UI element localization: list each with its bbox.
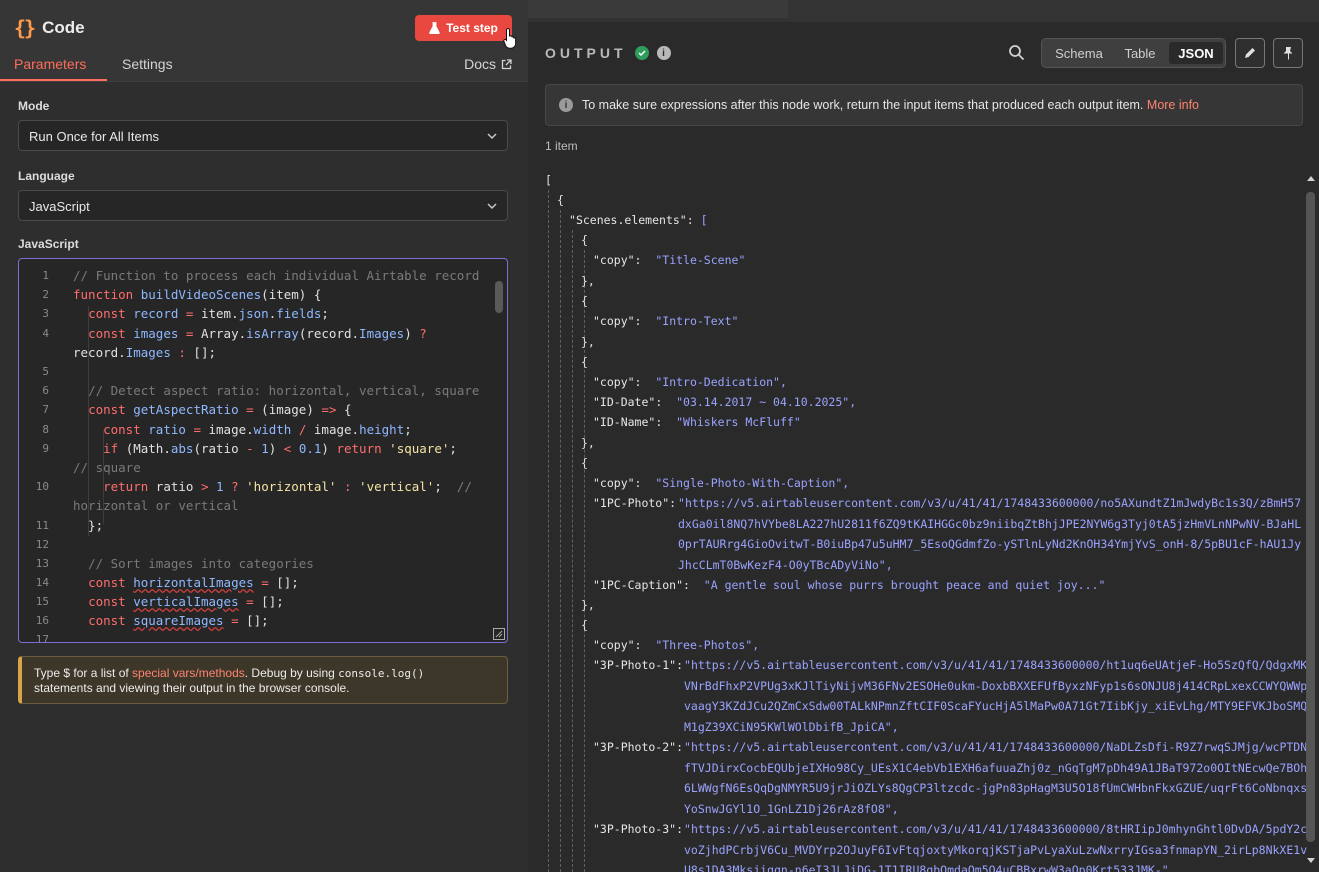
output-title: OUTPUT i [545, 45, 671, 61]
hint-suffix: statements and viewing their output in t… [34, 681, 350, 695]
code-label: JavaScript [18, 237, 79, 251]
more-info-link[interactable]: More info [1147, 98, 1199, 112]
resize-handle-icon[interactable] [493, 628, 505, 640]
mode-label: Mode [18, 99, 50, 113]
output-panel: OUTPUT i Schema Table JSON i To make sur… [528, 0, 1319, 872]
docs-label: Docs [464, 56, 496, 72]
json-row: "Scenes.elements": [ [569, 213, 708, 227]
success-check-icon [634, 46, 649, 60]
docs-link[interactable]: Docs [464, 56, 512, 72]
flask-icon [429, 22, 440, 34]
code-node-icon: {} [14, 16, 36, 40]
json-row: "copy": "Title-Scene" [593, 253, 746, 267]
edit-output-button[interactable] [1235, 38, 1265, 68]
output-top-strip [528, 0, 1319, 22]
json-row: "copy": "Single-Photo-With-Caption", [593, 476, 850, 490]
json-row: "copy": "Intro-Dedication", [593, 375, 787, 389]
language-label: Language [18, 169, 75, 183]
banner-text: To make sure expressions after this node… [582, 98, 1144, 112]
json-row: "copy": "Intro-Text" [593, 314, 739, 328]
json-row: "3P-Photo-1": [593, 658, 684, 672]
json-row: "ID-Name": "Whiskers McFluff" [593, 415, 801, 429]
info-icon[interactable]: i [656, 46, 671, 60]
active-tab-indicator [0, 79, 107, 81]
external-link-icon [501, 58, 512, 69]
json-guide [572, 230, 573, 872]
tab-parameters[interactable]: Parameters [14, 56, 86, 72]
editor-scrollbar[interactable] [495, 281, 503, 313]
json-row: { [581, 618, 588, 632]
output-info-banner: i To make sure expressions after this no… [545, 84, 1303, 126]
json-row: "1PC-Photo": [593, 496, 677, 510]
json-row: "copy": "Three-Photos", [593, 638, 760, 652]
mode-select[interactable]: Run Once for All Items [18, 120, 508, 151]
json-row: "3P-Photo-2": [593, 740, 684, 754]
hint-middle: . Debug by using [244, 666, 339, 680]
pin-icon [1283, 47, 1293, 60]
scroll-up-icon[interactable] [1307, 175, 1315, 181]
parameter-tabs: Parameters Settings Docs [0, 54, 528, 82]
output-title-text: OUTPUT [545, 45, 627, 61]
json-open-array: [ [545, 173, 552, 187]
view-schema-button[interactable]: Schema [1046, 42, 1112, 64]
json-guide [548, 190, 549, 872]
json-row: }, [581, 436, 595, 450]
test-step-button[interactable]: Test step [415, 15, 512, 41]
json-row: "ID-Date": "03.14.2017 ~ 04.10.2025", [593, 395, 857, 409]
pencil-icon [1245, 48, 1255, 58]
mode-value: Run Once for All Items [29, 129, 160, 144]
n8n-node-editor: {} Code Test step Parameters Settings Do… [0, 0, 1319, 872]
json-output-viewer[interactable]: [ { "Scenes.elements": [ { "copy": "Titl… [528, 170, 1319, 872]
output-view-toggle: Schema Table JSON [1041, 38, 1226, 68]
json-long-value: "https://v5.airtableusercontent.com/v3/u… [684, 658, 1308, 734]
json-open-object: { [557, 193, 564, 207]
json-guide [560, 210, 561, 872]
json-row: { [581, 456, 588, 470]
tab-settings[interactable]: Settings [122, 56, 173, 72]
node-header: {} Code Test step Parameters Settings Do… [0, 0, 528, 82]
hint-code: console.log() [338, 667, 425, 680]
json-long-value: "https://v5.airtableusercontent.com/v3/u… [684, 740, 1308, 816]
node-name[interactable]: Code [42, 18, 85, 38]
output-tab-strip [528, 0, 788, 18]
item-count: 1 item [545, 139, 578, 153]
parameters-panel: {} Code Test step Parameters Settings Do… [0, 0, 528, 872]
pin-output-button[interactable] [1273, 38, 1303, 68]
output-scrollbar[interactable] [1306, 192, 1315, 842]
json-row: "1PC-Caption": "A gentle soul whose purr… [593, 578, 1106, 592]
search-icon[interactable] [1008, 44, 1025, 61]
hand-cursor-icon [503, 27, 517, 49]
view-json-button[interactable]: JSON [1169, 42, 1223, 64]
json-row: }, [581, 598, 595, 612]
special-vars-link[interactable]: special vars/methods [132, 666, 245, 680]
chevron-down-icon [487, 133, 497, 140]
test-step-label: Test step [446, 21, 498, 35]
json-long-value: "https://v5.airtableusercontent.com/v3/u… [684, 822, 1308, 872]
hint-prefix: Type $ for a list of [34, 666, 133, 680]
view-table-button[interactable]: Table [1114, 42, 1166, 64]
info-icon: i [559, 98, 573, 112]
code-editor[interactable]: 1// Function to process each individual … [18, 258, 508, 643]
chevron-down-icon [487, 203, 497, 210]
json-row: { [581, 294, 588, 308]
json-row: { [581, 355, 588, 369]
language-value: JavaScript [29, 199, 90, 214]
json-row: }, [581, 335, 595, 349]
json-row: "3P-Photo-3": [593, 822, 684, 836]
scroll-down-icon[interactable] [1307, 858, 1315, 864]
code-hint-callout: Type $ for a list of special vars/method… [18, 656, 508, 704]
json-row: { [581, 233, 588, 247]
json-row: }, [581, 274, 595, 288]
language-select[interactable]: JavaScript [18, 190, 508, 221]
json-long-value: "https://v5.airtableusercontent.com/v3/u… [678, 496, 1302, 572]
node-title: {} Code [14, 16, 85, 40]
